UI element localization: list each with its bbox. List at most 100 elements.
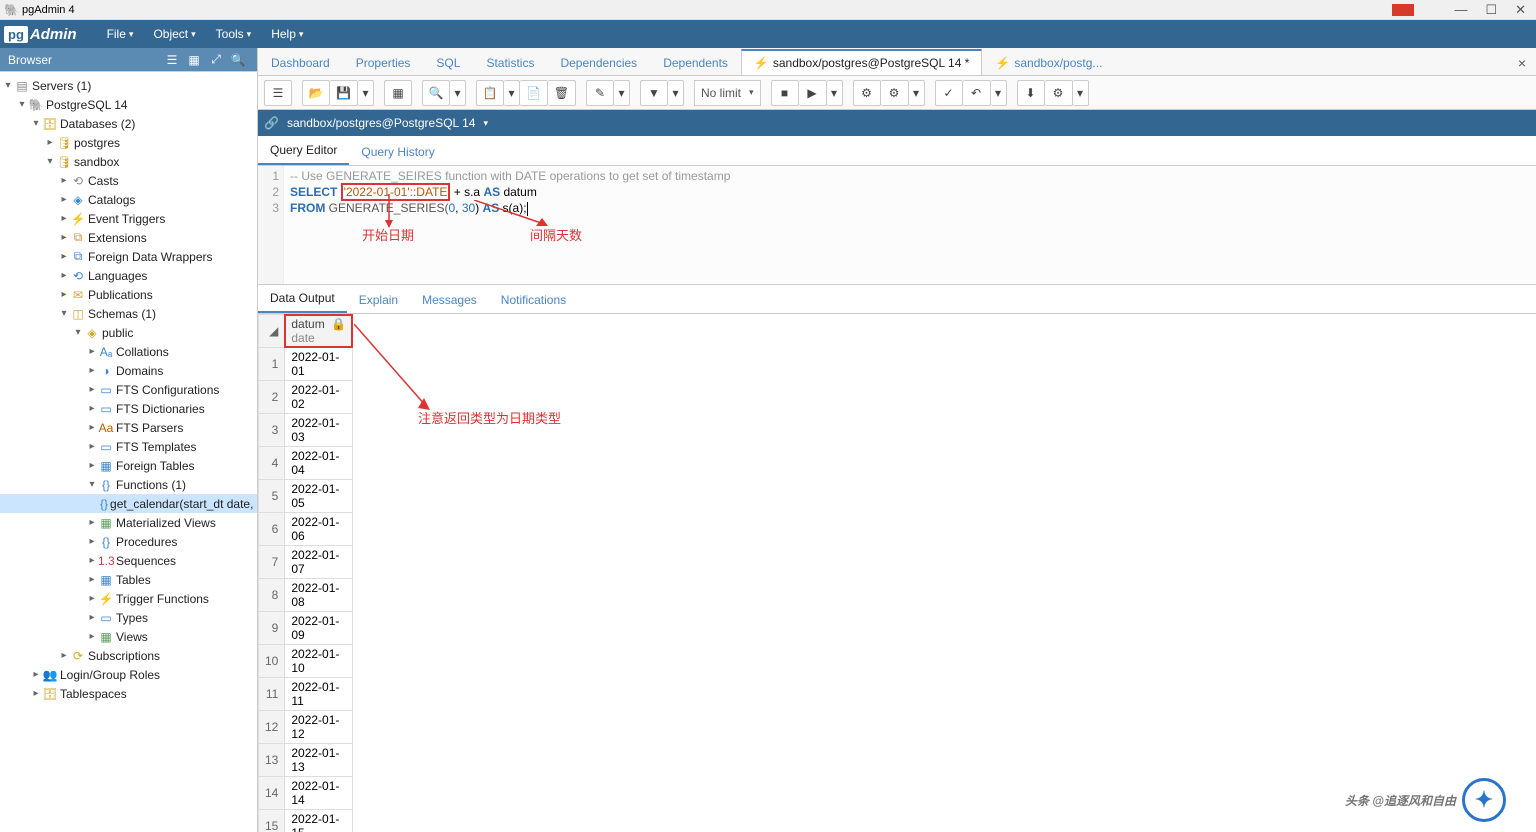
tab-explain[interactable]: Explain (347, 287, 410, 313)
row-number[interactable]: 6 (259, 513, 285, 546)
copy-dropdown[interactable]: ▾ (504, 80, 520, 106)
explain-analyze-button[interactable]: ⚙ (881, 80, 909, 106)
tree-tablespaces[interactable]: ▸🗄Tablespaces (0, 684, 257, 703)
edit-button[interactable]: ▦ (384, 80, 412, 106)
table-row[interactable]: 32022-01-03 (259, 414, 353, 447)
execute-button[interactable]: ▶ (799, 80, 827, 106)
browser-search-icon[interactable]: 🔍 (227, 53, 249, 67)
sql-editor[interactable]: 123 -- Use GENERATE_SEIRES function with… (258, 166, 1536, 284)
tree-types[interactable]: ▸▭Types (0, 608, 257, 627)
cell-datum[interactable]: 2022-01-01 (285, 348, 353, 381)
table-row[interactable]: 142022-01-14 (259, 777, 353, 810)
tree-mat-views[interactable]: ▸▦Materialized Views (0, 513, 257, 532)
browser-grid-icon[interactable]: ▦ (183, 53, 205, 67)
object-tree[interactable]: ▾▤Servers (1) ▾🐘PostgreSQL 14 ▾🗄Database… (0, 72, 257, 832)
tree-server-pg14[interactable]: ▾🐘PostgreSQL 14 (0, 95, 257, 114)
tree-servers[interactable]: ▾▤Servers (1) (0, 76, 257, 95)
row-number[interactable]: 1 (259, 348, 285, 381)
row-number[interactable]: 8 (259, 579, 285, 612)
find-dropdown[interactable]: ▾ (450, 80, 466, 106)
cell-datum[interactable]: 2022-01-05 (285, 480, 353, 513)
row-number[interactable]: 12 (259, 711, 285, 744)
browser-tree-icon[interactable]: ☰ (161, 53, 183, 67)
row-number[interactable]: 3 (259, 414, 285, 447)
tree-languages[interactable]: ▸⟲Languages (0, 266, 257, 285)
row-number[interactable]: 9 (259, 612, 285, 645)
limit-selector[interactable]: No limit▾ (694, 80, 761, 106)
sql-code[interactable]: -- Use GENERATE_SEIRES function with DAT… (284, 166, 1536, 284)
row-number[interactable]: 5 (259, 480, 285, 513)
menu-file[interactable]: File▾ (97, 27, 144, 41)
paste-button[interactable]: 📄 (520, 80, 548, 106)
menu-object[interactable]: Object▾ (143, 27, 205, 41)
tree-schema-public[interactable]: ▾◈public (0, 323, 257, 342)
table-row[interactable]: 42022-01-04 (259, 447, 353, 480)
cell-datum[interactable]: 2022-01-11 (285, 678, 353, 711)
tree-catalogs[interactable]: ▸◈Catalogs (0, 190, 257, 209)
tree-foreign-tables[interactable]: ▸▦Foreign Tables (0, 456, 257, 475)
table-row[interactable]: 102022-01-10 (259, 645, 353, 678)
tab-notifications[interactable]: Notifications (489, 287, 578, 313)
tree-procedures[interactable]: ▸{}Procedures (0, 532, 257, 551)
tree-views[interactable]: ▸▦Views (0, 627, 257, 646)
close-button[interactable]: ✕ (1515, 2, 1526, 18)
table-row[interactable]: 12022-01-01 (259, 348, 353, 381)
tree-fts-conf[interactable]: ▸▭FTS Configurations (0, 380, 257, 399)
tab-dependencies[interactable]: Dependencies (547, 50, 650, 75)
tree-casts[interactable]: ▸⟲Casts (0, 171, 257, 190)
row-number[interactable]: 4 (259, 447, 285, 480)
tree-fts-parsers[interactable]: ▸AaFTS Parsers (0, 418, 257, 437)
tab-messages[interactable]: Messages (410, 287, 489, 313)
maximize-button[interactable]: ☐ (1485, 2, 1497, 18)
row-number[interactable]: 15 (259, 810, 285, 832)
tab-sql[interactable]: SQL (423, 50, 473, 75)
tree-function-get-calendar[interactable]: {}get_calendar(start_dt date, d... (0, 494, 257, 513)
row-number[interactable]: 14 (259, 777, 285, 810)
tab-dependents[interactable]: Dependents (650, 50, 741, 75)
tree-subscriptions[interactable]: ▸⟳Subscriptions (0, 646, 257, 665)
cell-datum[interactable]: 2022-01-06 (285, 513, 353, 546)
row-number[interactable]: 11 (259, 678, 285, 711)
cell-datum[interactable]: 2022-01-02 (285, 381, 353, 414)
menu-tools[interactable]: Tools▾ (206, 27, 262, 41)
delete-button[interactable]: 🗑 (548, 80, 576, 106)
tree-databases[interactable]: ▾🗄Databases (2) (0, 114, 257, 133)
tree-schemas[interactable]: ▾◫Schemas (1) (0, 304, 257, 323)
table-row[interactable]: 72022-01-07 (259, 546, 353, 579)
tree-db-sandbox[interactable]: ▾🛢sandbox (0, 152, 257, 171)
tab-data-output[interactable]: Data Output (258, 285, 347, 313)
cell-datum[interactable]: 2022-01-03 (285, 414, 353, 447)
cell-datum[interactable]: 2022-01-12 (285, 711, 353, 744)
cell-datum[interactable]: 2022-01-09 (285, 612, 353, 645)
cell-datum[interactable]: 2022-01-13 (285, 744, 353, 777)
tree-tables[interactable]: ▸▦Tables (0, 570, 257, 589)
table-row[interactable]: 112022-01-11 (259, 678, 353, 711)
corner-cell[interactable]: ◢ (259, 315, 285, 348)
tab-statistics[interactable]: Statistics (473, 50, 547, 75)
tree-extensions[interactable]: ▸⧉Extensions (0, 228, 257, 247)
tab-query-editor[interactable]: Query Editor (258, 137, 349, 165)
execute-dropdown[interactable]: ▾ (827, 80, 843, 106)
explain-button[interactable]: ⚙ (853, 80, 881, 106)
connection-bar[interactable]: 🔗 sandbox/postgres@PostgreSQL 14 ▾ (258, 110, 1536, 136)
table-row[interactable]: 22022-01-02 (259, 381, 353, 414)
filter-dropdown[interactable]: ▾ (668, 80, 684, 106)
tree-login-roles[interactable]: ▸👥Login/Group Roles (0, 665, 257, 684)
tree-functions[interactable]: ▾{}Functions (1) (0, 475, 257, 494)
close-tab-button[interactable]: × (1508, 51, 1536, 75)
macro-dropdown[interactable]: ▾ (1073, 80, 1089, 106)
table-row[interactable]: 92022-01-09 (259, 612, 353, 645)
tree-event-triggers[interactable]: ▸⚡Event Triggers (0, 209, 257, 228)
save-button[interactable]: 💾 (330, 80, 358, 106)
table-row[interactable]: 52022-01-05 (259, 480, 353, 513)
table-row[interactable]: 62022-01-06 (259, 513, 353, 546)
toggle-panel-button[interactable]: ☰ (264, 80, 292, 106)
tree-fts-dict[interactable]: ▸▭FTS Dictionaries (0, 399, 257, 418)
open-file-button[interactable]: 📂 (302, 80, 330, 106)
tree-sequences[interactable]: ▸1.3Sequences (0, 551, 257, 570)
menu-help[interactable]: Help▾ (261, 27, 313, 41)
tab-dashboard[interactable]: Dashboard (258, 50, 343, 75)
column-header-datum[interactable]: datum🔒 date (285, 315, 353, 348)
edit-row-dropdown[interactable]: ▾ (614, 80, 630, 106)
results-grid[interactable]: ◢ datum🔒 date 12022-01-0122022-01-023202… (258, 314, 1536, 832)
